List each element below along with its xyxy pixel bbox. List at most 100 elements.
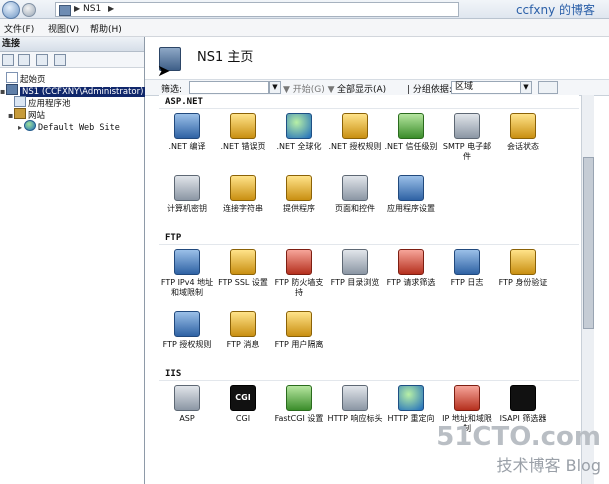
feature-label: FTP IPv4 地址和域限制 [160,278,214,297]
feature-tile[interactable]: FTP 身份验证 [495,249,551,288]
refresh-icon[interactable] [54,54,66,66]
feature-tile[interactable]: FTP 请求筛选 [383,249,439,288]
filter-bar: 筛选: ▼ ▼ 开始(G) ▼ 全部显示(A) | 分组依据: 区域 ▼ [145,79,609,96]
feature-tile[interactable]: .NET 授权规则 [327,113,383,152]
feature-tile[interactable]: 提供程序 [271,175,327,214]
address-box[interactable]: ▶ NS1 ▶ [55,2,459,17]
filter-dropdown-icon[interactable]: ▼ [269,81,281,94]
watermark: 51CTO.com 技术博客 Blog [436,422,601,476]
ftp-user-isolation-icon [286,311,312,337]
feature-label: .NET 授权规则 [328,142,382,151]
tree-item-server[interactable]: ▪ NS1 (CCFXNY\Administrator) [0,84,146,97]
go-button[interactable]: ▼ 开始(G) ▼ [283,82,335,95]
feature-tile[interactable]: FastCGI 设置 [271,385,327,424]
feature-tile[interactable]: 计算机密钥 [159,175,215,214]
feature-tile[interactable]: HTTP 重定向 [383,385,439,424]
main-panel: ➤ NS1 主页 筛选: ▼ ▼ 开始(G) ▼ 全部显示(A) | 分组依据:… [145,37,609,484]
connections-toolbar [0,52,144,68]
feature-tile[interactable]: .NET 编译 [159,113,215,152]
feature-tile[interactable]: FTP 防火墙支持 [271,249,327,298]
dotnet-compile-icon [174,113,200,139]
tree-item-start-page[interactable]: 起始页 [6,72,46,85]
asp-icon [174,385,200,411]
view-mode-icon[interactable] [538,81,558,94]
feature-tile[interactable]: .NET 信任级别 [383,113,439,152]
menu-help[interactable]: 帮助(H) [90,22,122,35]
start-page-icon [6,72,18,83]
blog-title: ccfxny 的博客 [515,3,595,17]
sites-folder-icon [14,108,26,119]
feature-label: FTP 消息 [226,340,260,349]
feature-tile[interactable]: ISAPI 筛选器 [495,385,551,424]
feature-tile[interactable]: FTP 用户隔离 [271,311,327,350]
feature-tile[interactable]: CGI CGI [215,385,271,424]
feature-label: 应用程序设置 [387,204,435,213]
breadcrumb-separator[interactable]: ▶ [108,4,114,13]
connect-icon[interactable] [2,54,14,66]
group-by-select[interactable]: 区域 [451,81,522,94]
feature-label: 连接字符串 [223,204,263,213]
back-button[interactable] [2,1,20,19]
page-header: ➤ NS1 主页 [145,37,609,80]
feature-tile[interactable]: FTP 消息 [215,311,271,350]
tree-item-default-web-site[interactable]: ▸ Default Web Site [18,120,120,133]
menu-view[interactable]: 视图(V) [48,22,79,35]
feature-tile[interactable]: FTP IPv4 地址和域限制 [159,249,215,298]
http-redirect-icon [398,385,424,411]
isapi-filters-icon [510,385,536,411]
tree-item-sites[interactable]: ▪ 网站 [8,108,45,121]
providers-icon [286,175,312,201]
feature-tile[interactable]: FTP 目录浏览 [327,249,383,288]
app-pool-icon [14,96,26,107]
feature-tile[interactable]: SMTP 电子邮件 [439,113,495,162]
feature-label: FTP 用户隔离 [274,340,324,349]
feature-tile[interactable]: HTTP 响应标头 [327,385,383,424]
ftp-ip-restrictions-icon [174,249,200,275]
feature-label: FTP 请求筛选 [386,278,436,287]
menu-file[interactable]: 文件(F) [4,22,34,35]
feature-tile[interactable]: FTP 日志 [439,249,495,288]
mouse-cursor-icon: ➤ [157,61,171,80]
feature-tile[interactable]: 页面和控件 [327,175,383,214]
forward-button[interactable] [22,3,36,17]
feature-tile[interactable]: FTP 授权规则 [159,311,215,350]
show-all-button[interactable]: 全部显示(A) [337,82,386,95]
feature-tile[interactable]: 应用程序设置 [383,175,439,214]
session-state-icon [510,113,536,139]
feature-label: FTP 授权规则 [162,340,212,349]
feature-label: .NET 错误页 [220,142,266,151]
up-icon[interactable] [36,54,48,66]
filter-input[interactable] [189,81,269,94]
ftp-ssl-icon [230,249,256,275]
ftp-authorization-icon [174,311,200,337]
save-icon[interactable] [18,54,30,66]
feature-tile[interactable]: .NET 全球化 [271,113,327,152]
globe-icon [24,120,36,131]
machine-key-icon [174,175,200,201]
scroll-thumb[interactable] [583,157,594,329]
feature-label: .NET 编译 [168,142,206,151]
feature-tile[interactable]: ASP [159,385,215,424]
group-title: ASP.NET [165,97,203,107]
dotnet-error-pages-icon [230,113,256,139]
chevron-down-icon[interactable]: ▼ [520,81,532,94]
tree-item-app-pools[interactable]: 应用程序池 [14,96,71,109]
feature-tile[interactable]: FTP SSL 设置 [215,249,271,288]
feature-tile[interactable]: 会话状态 [495,113,551,152]
feature-label: FTP SSL 设置 [218,278,268,287]
feature-label: .NET 信任级别 [384,142,438,151]
pages-controls-icon [342,175,368,201]
feature-label: SMTP 电子邮件 [442,142,492,161]
http-response-headers-icon [342,385,368,411]
breadcrumb-server[interactable]: NS1 [83,4,101,14]
feature-label: FTP 目录浏览 [330,278,380,287]
watermark-subtitle: 技术博客 Blog [496,456,601,475]
feature-label: .NET 全球化 [276,142,322,151]
feature-tile[interactable]: 连接字符串 [215,175,271,214]
feature-tile[interactable]: .NET 错误页 [215,113,271,152]
connections-panel: 连接 起始页 ▪ NS1 (CCFXNY\Administrator) 应用程序池… [0,37,146,484]
feature-label: 会话状态 [507,142,539,151]
page-title: NS1 主页 [197,50,254,65]
feature-label: HTTP 重定向 [387,414,435,423]
feature-label: HTTP 响应标头 [327,414,383,423]
